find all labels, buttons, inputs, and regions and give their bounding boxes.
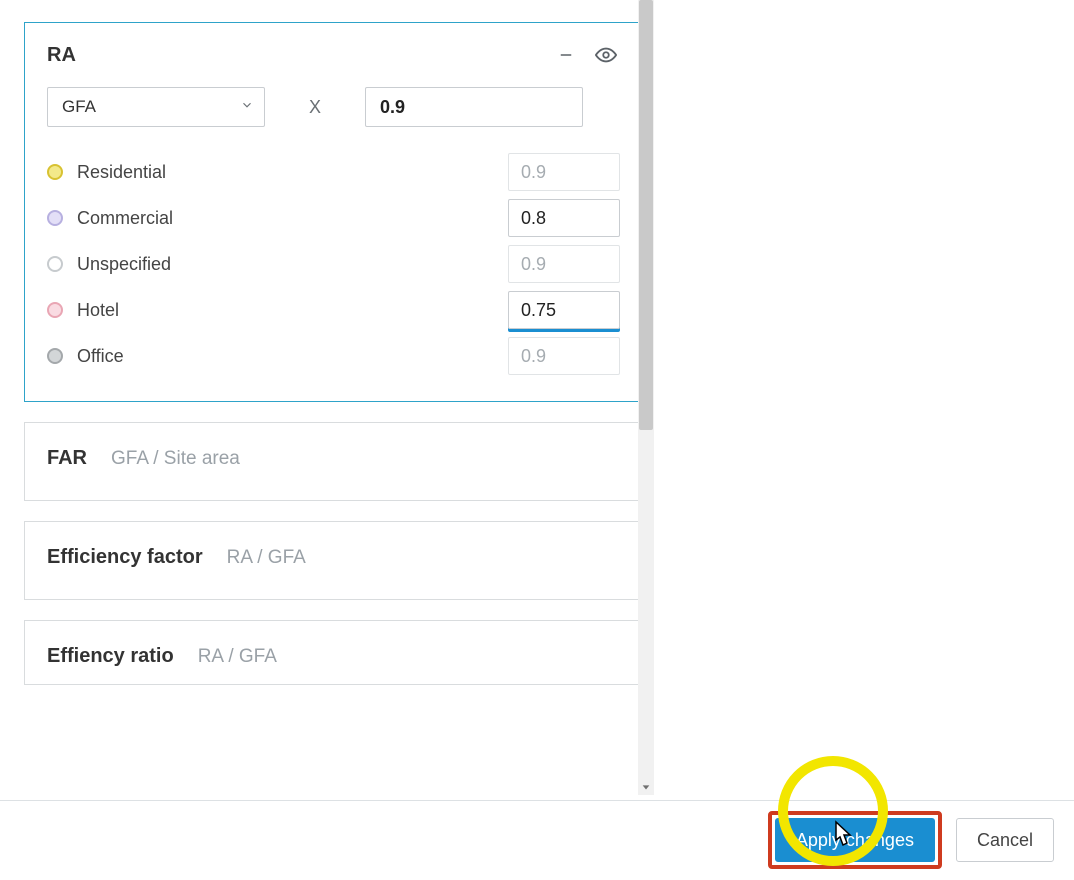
use-factor-input[interactable]: 0.75	[508, 291, 620, 329]
metric-title: Efficiency factor	[47, 546, 203, 569]
use-row: Residential 0.9	[47, 149, 620, 195]
metric-formula: GFA / Site area	[111, 448, 240, 470]
metric-formula: RA / GFA	[227, 547, 306, 569]
cancel-button[interactable]: Cancel	[956, 818, 1054, 862]
dialog-footer: Apply changes Cancel	[0, 800, 1074, 880]
collapse-icon[interactable]	[552, 41, 580, 69]
settings-scroll-region: RA GFA X 0.9 Residenti	[0, 0, 663, 800]
metric-formula: RA / GFA	[198, 646, 277, 668]
efficiency-factor-card[interactable]: Efficiency factor RA / GFA	[24, 521, 643, 600]
ra-use-rows: Residential 0.9 Commercial 0.8 Unspecifi…	[25, 145, 642, 401]
use-color-dot	[47, 164, 63, 180]
use-factor-input[interactable]: 0.9	[508, 337, 620, 375]
use-color-dot	[47, 210, 63, 226]
scrollbar[interactable]	[638, 0, 654, 795]
metric-title: FAR	[47, 447, 87, 470]
use-factor-input[interactable]: 0.9	[508, 153, 620, 191]
scrollbar-down-icon[interactable]	[638, 779, 654, 795]
use-factor-input[interactable]: 0.8	[508, 199, 620, 237]
apply-button-highlight: Apply changes	[768, 811, 942, 869]
apply-changes-button[interactable]: Apply changes	[775, 818, 935, 862]
far-card[interactable]: FAR GFA / Site area	[24, 422, 643, 501]
use-label: Commercial	[77, 208, 173, 229]
multiply-symbol: X	[285, 97, 345, 118]
apply-changes-label: Apply changes	[796, 830, 914, 851]
use-row: Unspecified 0.9	[47, 241, 620, 287]
ra-basis-select-value: GFA	[62, 97, 96, 117]
ra-default-factor-value: 0.9	[380, 97, 405, 118]
use-label: Office	[77, 346, 124, 367]
use-label: Hotel	[77, 300, 119, 321]
chevron-down-icon	[240, 97, 254, 117]
use-color-dot	[47, 302, 63, 318]
ra-card: RA GFA X 0.9 Residenti	[24, 22, 643, 402]
ra-default-factor-input[interactable]: 0.9	[365, 87, 583, 127]
use-row: Office 0.9	[47, 333, 620, 379]
visibility-icon[interactable]	[592, 41, 620, 69]
use-factor-input[interactable]: 0.9	[508, 245, 620, 283]
use-color-dot	[47, 256, 63, 272]
use-row: Hotel 0.75	[47, 287, 620, 333]
scrollbar-thumb[interactable]	[639, 0, 653, 430]
ra-basis-select[interactable]: GFA	[47, 87, 265, 127]
use-color-dot	[47, 348, 63, 364]
metric-title: Effiency ratio	[47, 645, 174, 668]
ra-card-title: RA	[47, 44, 76, 67]
cancel-label: Cancel	[977, 830, 1033, 851]
use-row: Commercial 0.8	[47, 195, 620, 241]
use-label: Unspecified	[77, 254, 171, 275]
efficiency-ratio-card[interactable]: Effiency ratio RA / GFA	[24, 620, 643, 685]
use-label: Residential	[77, 162, 166, 183]
